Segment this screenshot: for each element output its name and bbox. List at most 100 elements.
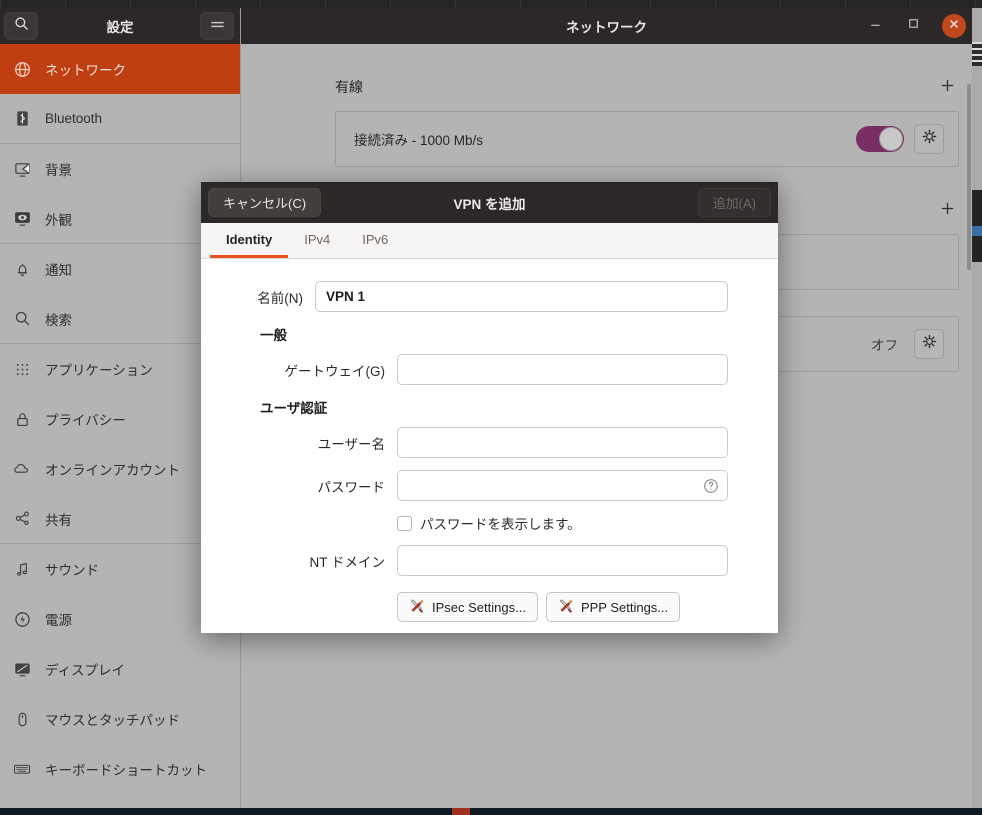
power-icon [12, 609, 32, 629]
dialog-tabs: Identity IPv4 IPv6 [201, 223, 778, 259]
background-window-sliver-middle [972, 190, 982, 262]
gear-icon [921, 128, 938, 150]
password-input[interactable] [397, 470, 728, 501]
dialog-titlebar: キャンセル(C) VPN を追加 追加(A) [201, 182, 778, 223]
close-button[interactable] [942, 14, 966, 38]
tools-icon [558, 598, 574, 617]
maximize-button[interactable] [902, 15, 924, 37]
sidebar-item-label: プライバシー [45, 413, 126, 428]
ppp-settings-button[interactable]: PPP Settings... [545, 592, 681, 622]
keyboard-icon [12, 759, 32, 779]
cancel-button[interactable]: キャンセル(C) [208, 188, 322, 217]
password-row: パスワード [231, 470, 728, 501]
share-icon [12, 509, 32, 529]
minimize-icon [869, 17, 882, 35]
search-icon [12, 309, 32, 329]
window-titlebar: ネットワーク [241, 8, 972, 44]
desktop-bottom-bar [0, 808, 982, 815]
ntdomain-label: NT ドメイン [309, 554, 385, 570]
sidebar-item-display[interactable]: ディスプレイ [0, 644, 240, 694]
auth-group-title: ユーザ認証 [260, 401, 328, 416]
window-controls [864, 14, 966, 38]
menu-button[interactable] [200, 12, 234, 40]
search-icon [14, 16, 29, 36]
proxy-settings-button[interactable] [914, 329, 944, 359]
content-scrollbar[interactable] [966, 44, 972, 808]
ntdomain-row: NT ドメイン [231, 545, 728, 576]
show-password-row: パスワードを表示します。 [231, 513, 728, 533]
sidebar-item-label: キーボードショートカット [45, 763, 207, 778]
hamburger-menu-icon [210, 17, 225, 35]
desktop-top-strip [0, 0, 982, 8]
sidebar-item-label: アプリケーション [45, 363, 153, 378]
tab-ipv4[interactable]: IPv4 [288, 223, 346, 258]
gateway-label: ゲートウェイ(G) [284, 363, 386, 379]
sidebar-item-keyboard-shortcuts[interactable]: キーボードショートカット [0, 744, 240, 794]
ipsec-settings-button[interactable]: IPsec Settings... [397, 592, 538, 622]
tools-icon [409, 598, 425, 617]
bell-icon [12, 259, 32, 279]
ntdomain-input[interactable] [397, 545, 728, 576]
add-vpn-button[interactable] [935, 198, 959, 222]
add-button[interactable]: 追加(A) [697, 188, 771, 217]
sidebar-item-label: オンラインアカウント [45, 463, 180, 478]
sidebar-item-label: ネットワーク [45, 63, 126, 78]
wired-settings-button[interactable] [914, 124, 944, 154]
background-window-sliver-top [972, 42, 982, 66]
show-password-label: パスワードを表示します。 [420, 517, 581, 532]
password-label: パスワード [317, 479, 386, 495]
globe-icon [12, 59, 32, 79]
ipsec-settings-label: IPsec Settings... [432, 599, 526, 615]
wired-section-title: 有線 [335, 79, 363, 95]
scrollbar-thumb[interactable] [967, 84, 971, 270]
grid-apps-icon [12, 359, 32, 379]
wired-section-header: 有線 [335, 72, 959, 102]
minimize-button[interactable] [864, 15, 886, 37]
gear-icon [921, 333, 938, 355]
show-password-checkbox[interactable] [397, 515, 412, 531]
toggle-knob [879, 127, 903, 151]
sidebar-item-label: マウスとタッチパッド [45, 713, 180, 728]
plus-icon [940, 201, 955, 220]
username-input[interactable] [397, 427, 728, 458]
sidebar-item-label: サウンド [45, 563, 99, 578]
help-circle-icon[interactable] [703, 478, 719, 494]
search-button[interactable] [4, 12, 38, 40]
cloud-icon [12, 459, 32, 479]
sidebar-header: 設定 [0, 8, 240, 44]
sidebar-item-label: 通知 [45, 263, 72, 278]
wired-section: 有線 接続済み - 1000 Mb/s [335, 72, 959, 167]
desktop-bottom-accent [452, 808, 470, 815]
wired-connection-row: 接続済み - 1000 Mb/s [336, 112, 958, 166]
sidebar-item-label: 電源 [45, 613, 72, 628]
music-note-icon [12, 559, 32, 579]
add-wired-button[interactable] [935, 75, 959, 99]
wired-toggle[interactable] [856, 126, 904, 152]
desktop-right-edge [972, 8, 982, 815]
plus-icon [940, 78, 955, 97]
sidebar-item-network[interactable]: ネットワーク [0, 44, 240, 94]
sidebar-item-label: 外観 [45, 212, 72, 228]
sidebar-item-label: 検索 [45, 312, 72, 328]
proxy-state: オフ [871, 338, 898, 353]
wallpaper-icon [12, 159, 32, 179]
ppp-settings-label: PPP Settings... [580, 599, 669, 615]
name-row: 名前(N) [231, 281, 728, 312]
tab-ipv6[interactable]: IPv6 [346, 223, 404, 258]
gateway-input[interactable] [397, 354, 728, 385]
lock-icon [12, 409, 32, 429]
screen: 設定 ネットワーク Bluetooth 背景 外観 通知 検索 アプリケーション… [0, 0, 982, 815]
name-input[interactable] [315, 281, 728, 312]
tab-identity[interactable]: Identity [210, 223, 289, 258]
password-input-wrap [397, 470, 728, 501]
sidebar-item-label: 背景 [45, 163, 72, 178]
display-icon [12, 659, 32, 679]
sidebar-item-label: 共有 [45, 512, 72, 528]
username-row: ユーザー名 [231, 427, 728, 458]
bluetooth-icon [12, 109, 32, 129]
add-vpn-dialog: キャンセル(C) VPN を追加 追加(A) Identity IPv4 IPv… [201, 182, 778, 633]
sidebar-item-bluetooth[interactable]: Bluetooth [0, 94, 240, 144]
sidebar-item-mouse-touchpad[interactable]: マウスとタッチパッド [0, 694, 240, 744]
close-icon [948, 17, 960, 35]
sidebar-item-label: Bluetooth [45, 111, 103, 126]
